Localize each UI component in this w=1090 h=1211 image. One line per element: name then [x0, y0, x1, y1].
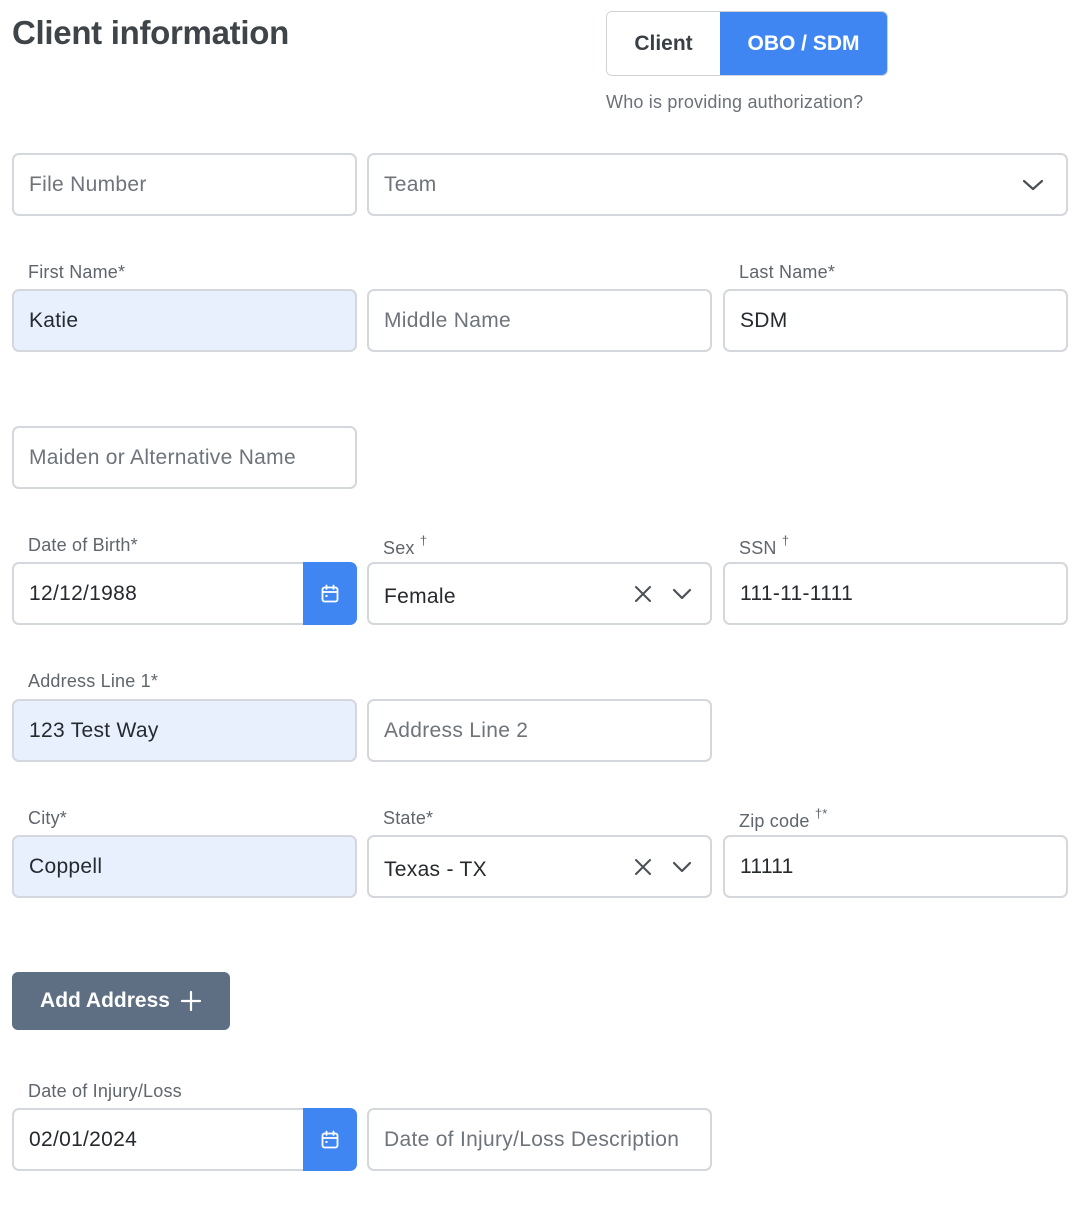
- city-input[interactable]: Coppell: [12, 835, 357, 898]
- state-label: State*: [383, 808, 434, 828]
- dob-calendar-button[interactable]: [303, 562, 357, 625]
- injury-date-calendar-button[interactable]: [303, 1108, 357, 1171]
- sex-label: Sex †: [383, 533, 428, 558]
- state-select[interactable]: Texas - TX: [367, 835, 712, 898]
- middle-name-placeholder: Middle Name: [384, 308, 512, 332]
- page-title: Client information: [12, 14, 289, 51]
- file-number-placeholder: File Number: [29, 172, 147, 196]
- team-select[interactable]: Team: [367, 153, 1068, 216]
- chevron-down-icon: [672, 861, 692, 872]
- ssn-value: 111-11-1111: [740, 581, 854, 605]
- state-value: Texas - TX: [384, 857, 487, 881]
- close-icon[interactable]: [634, 585, 652, 603]
- calendar-icon: [321, 1130, 339, 1148]
- middle-name-input[interactable]: Middle Name: [367, 289, 712, 352]
- close-icon[interactable]: [634, 858, 652, 876]
- team-placeholder: Team: [384, 172, 437, 196]
- injury-date-value: 02/01/2024: [29, 1127, 138, 1151]
- maiden-name-input[interactable]: Maiden or Alternative Name: [12, 426, 357, 489]
- toggle-client-button[interactable]: Client: [607, 12, 720, 75]
- maiden-name-placeholder: Maiden or Alternative Name: [29, 445, 296, 469]
- first-name-value: Katie: [29, 308, 79, 332]
- address1-input[interactable]: 123 Test Way: [12, 699, 357, 762]
- injury-date-input[interactable]: 02/01/2024: [12, 1108, 307, 1171]
- dob-label: Date of Birth*: [28, 535, 138, 555]
- injury-description-placeholder: Date of Injury/Loss Description: [384, 1127, 680, 1151]
- dob-input[interactable]: 12/12/1988: [12, 562, 307, 625]
- city-value: Coppell: [29, 854, 103, 878]
- first-name-label: First Name*: [28, 262, 126, 282]
- chevron-down-icon: [1022, 179, 1044, 190]
- address1-value: 123 Test Way: [29, 718, 159, 742]
- address1-label: Address Line 1*: [28, 671, 159, 691]
- city-label: City*: [28, 808, 68, 828]
- sex-select[interactable]: Female: [367, 562, 712, 625]
- calendar-icon: [321, 584, 339, 602]
- plus-icon: [180, 990, 202, 1012]
- address2-input[interactable]: Address Line 2: [367, 699, 712, 762]
- ssn-label: SSN †: [739, 533, 790, 558]
- ssn-input[interactable]: 111-11-1111: [723, 562, 1068, 625]
- last-name-value: SDM: [740, 308, 788, 332]
- last-name-input[interactable]: SDM: [723, 289, 1068, 352]
- zip-label: Zip code †*: [739, 806, 828, 831]
- toggle-obo-sdm-button[interactable]: OBO / SDM: [720, 12, 887, 75]
- dob-value: 12/12/1988: [29, 581, 138, 605]
- zip-input[interactable]: 11111: [723, 835, 1068, 898]
- injury-date-label: Date of Injury/Loss: [28, 1081, 182, 1101]
- last-name-label: Last Name*: [739, 262, 836, 282]
- first-name-input[interactable]: Katie: [12, 289, 357, 352]
- file-number-input[interactable]: File Number: [12, 153, 357, 216]
- add-address-button[interactable]: Add Address: [12, 972, 230, 1030]
- add-address-label: Add Address: [40, 989, 170, 1012]
- chevron-down-icon: [672, 588, 692, 599]
- sex-value: Female: [384, 584, 456, 608]
- zip-value: 11111: [740, 854, 794, 878]
- authorization-toggle: Client OBO / SDM: [606, 11, 888, 76]
- injury-description-input[interactable]: Date of Injury/Loss Description: [367, 1108, 712, 1171]
- address2-placeholder: Address Line 2: [384, 718, 529, 742]
- authorization-hint: Who is providing authorization?: [606, 92, 864, 112]
